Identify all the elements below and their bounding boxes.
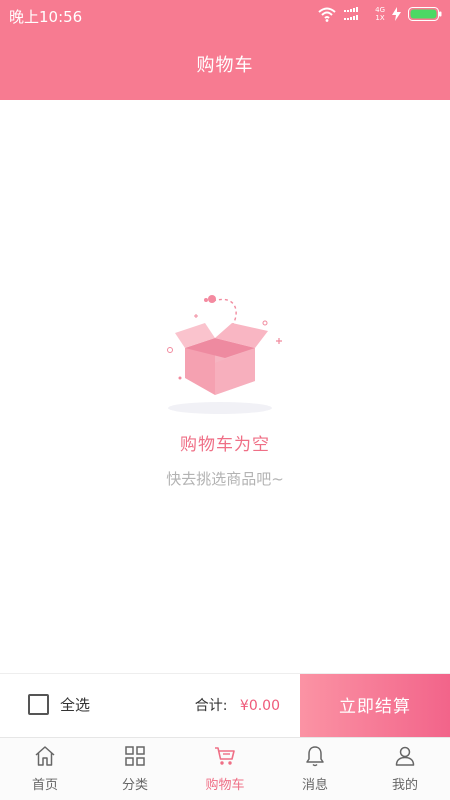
- status-time: 晚上10:56: [9, 8, 83, 26]
- cart-content: 购物车为空 快去挑选商品吧~: [0, 100, 450, 673]
- empty-cart-subtitle: 快去挑选商品吧~: [166, 470, 284, 488]
- battery-icon: [408, 7, 442, 21]
- header: 购物车: [0, 32, 450, 100]
- cart-icon: [215, 747, 235, 765]
- cart-total: 合计: ¥0.00: [195, 695, 280, 715]
- tab-profile-label: 我的: [391, 778, 418, 793]
- home-icon: [35, 746, 55, 766]
- tab-cart-label: 购物车: [205, 778, 245, 793]
- tab-profile[interactable]: 我的: [360, 738, 450, 800]
- select-all-checkbox[interactable]: [28, 694, 49, 715]
- total-value: ¥0.00: [239, 698, 280, 714]
- tab-category[interactable]: 分类: [90, 738, 180, 800]
- tab-messages-label: 消息: [301, 778, 328, 793]
- open-box-icon: [167, 295, 282, 414]
- empty-cart-title: 购物车为空: [180, 435, 270, 455]
- tab-messages[interactable]: 消息: [270, 738, 360, 800]
- select-all-toggle[interactable]: 全选: [28, 694, 90, 715]
- tab-bar: 首页 分类 购物车 消息 我的: [0, 737, 450, 800]
- checkout-bar: 全选 合计: ¥0.00 立即结算: [0, 673, 450, 737]
- tab-home[interactable]: 首页: [0, 738, 90, 800]
- user-icon: [395, 746, 415, 766]
- bell-icon: [306, 746, 324, 767]
- wifi-icon: [318, 7, 336, 22]
- network-type: 4G 1X: [375, 6, 385, 22]
- tab-home-label: 首页: [31, 778, 58, 793]
- signal-icon: [344, 7, 359, 20]
- select-all-label: 全选: [60, 696, 91, 714]
- checkout-button[interactable]: 立即结算: [300, 674, 450, 737]
- status-bar: 晚上10:56 4G 1X: [0, 0, 450, 32]
- charging-icon: [392, 7, 401, 21]
- total-label: 合计:: [194, 698, 228, 714]
- status-icons: 4G 1X: [317, 6, 442, 22]
- page-title: 购物车: [196, 55, 254, 76]
- tab-category-label: 分类: [121, 778, 148, 793]
- grid-icon: [125, 746, 145, 766]
- tab-cart[interactable]: 购物车: [180, 738, 270, 800]
